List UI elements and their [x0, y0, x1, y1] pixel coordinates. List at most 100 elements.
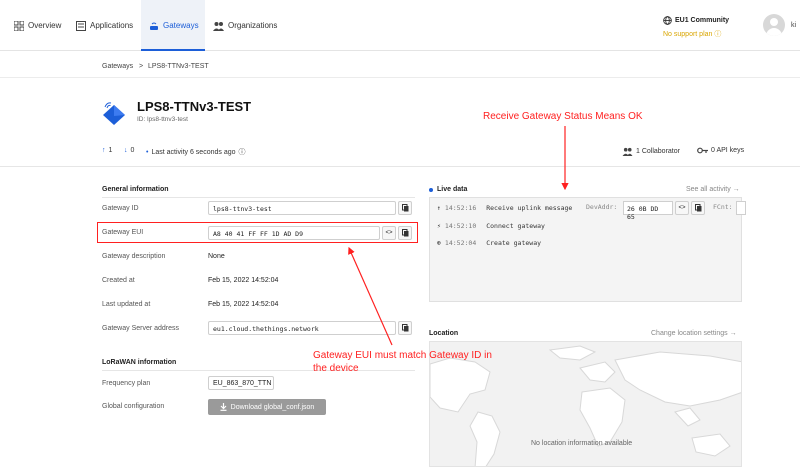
copy-button[interactable] [691, 201, 705, 215]
collaborators-link[interactable]: 1 Collaborator [622, 147, 680, 156]
plus-circle-icon: ⊕ [437, 239, 441, 247]
top-navigation: Overview Applications Gateways Organizat… [0, 0, 800, 51]
event-time: 14:52:16 [444, 204, 477, 212]
copy-button[interactable] [398, 201, 412, 215]
code-icon: <> [678, 205, 686, 211]
nav-gateways[interactable]: Gateways [141, 0, 205, 51]
last-updated-label: Last updated at [102, 301, 151, 308]
live-data-title: Live data [429, 186, 467, 193]
arrow-up-icon: ↑ [437, 204, 441, 212]
divider [0, 166, 800, 167]
event-row[interactable]: ⚡ 14:52:10 Connect gateway [437, 222, 545, 230]
breadcrumb-gateways[interactable]: Gateways [102, 63, 133, 70]
uplink-count-value: 1 [108, 147, 113, 154]
no-location-text: No location information available [531, 440, 633, 447]
event-time: 14:52:04 [444, 239, 477, 247]
eui-highlight-box [97, 222, 418, 243]
nav-applications-label: Applications [90, 21, 134, 30]
gateway-id-subtitle: ID: lps8-ttnv3-test [137, 116, 188, 123]
last-updated-value: Feb 15, 2022 14:52:04 [208, 301, 279, 308]
event-row[interactable]: ⊕ 14:52:04 Create gateway [437, 239, 541, 247]
copy-button[interactable] [398, 321, 412, 335]
lorawan-info-title: LoRaWAN information [102, 359, 177, 366]
divider [102, 370, 415, 371]
user-name[interactable]: ki [791, 22, 796, 29]
key-icon [697, 147, 708, 154]
people-icon [622, 147, 633, 156]
help-icon: ⓘ [238, 149, 246, 156]
nav-overview[interactable]: Overview [14, 0, 61, 51]
event-text: Create gateway [486, 239, 542, 247]
live-dot-icon [429, 187, 433, 192]
nav-organizations[interactable]: Organizations [213, 0, 277, 51]
general-info-title: General information [102, 186, 169, 193]
location-title: Location [429, 330, 459, 337]
arrow-down-icon: ↓ [124, 147, 128, 154]
fcnt-field[interactable] [736, 201, 746, 215]
copy-icon [401, 204, 408, 212]
fcnt-label: FCnt: [713, 203, 733, 211]
gateway-id-field[interactable]: lps8-ttnv3-test [208, 201, 396, 215]
chevron-right-icon: > [139, 63, 144, 70]
event-row[interactable]: ↑ 14:52:16 Receive uplink message [437, 204, 572, 212]
last-activity-text: Last activity 6 seconds ago [151, 148, 236, 156]
live-data-label: Live data [437, 186, 468, 193]
downlink-count: ↓ 0 [124, 147, 134, 154]
event-time: 14:52:10 [444, 222, 477, 230]
downlink-count-value: 0 [130, 147, 135, 154]
support-plan-label: No support plan [663, 31, 713, 38]
support-plan-link[interactable]: No support plan ⓘ [663, 29, 721, 39]
uplink-count: ↑ 1 [102, 147, 112, 154]
divider [102, 197, 415, 198]
toggle-byte-order-button[interactable]: <> [675, 201, 689, 215]
community-selector[interactable]: EU1 Community [663, 16, 729, 25]
created-at-value: Feb 15, 2022 14:52:04 [208, 277, 279, 284]
list-icon [76, 20, 86, 31]
devaddr-label: DevAddr: [586, 203, 618, 211]
download-icon [220, 403, 227, 411]
download-global-conf-button[interactable]: Download global_conf.json [208, 399, 326, 415]
gateway-icon [150, 22, 158, 30]
gateway-id-label: Gateway ID [102, 205, 139, 212]
event-text: Receive uplink message [486, 204, 573, 212]
created-at-label: Created at [102, 277, 135, 284]
api-keys-link[interactable]: 0 API keys [697, 147, 744, 154]
download-label: Download global_conf.json [230, 403, 315, 411]
annotation-eui-line-2: the device [313, 363, 359, 374]
help-icon: ⓘ [714, 31, 722, 38]
devaddr-field[interactable]: 26 0B DD 65 [623, 201, 673, 221]
people-icon [213, 21, 224, 31]
last-activity: • Last activity 6 seconds ago ⓘ [146, 147, 246, 157]
frequency-plan-label: Frequency plan [102, 380, 151, 387]
breadcrumb: Gateways > LPS8-TTNv3-TEST [0, 56, 800, 78]
event-text: Connect gateway [486, 222, 545, 230]
server-address-field[interactable]: eu1.cloud.thethings.network [208, 321, 396, 335]
see-all-activity-link[interactable]: See all activity → [686, 186, 740, 193]
nav-gateways-label: Gateways [163, 21, 199, 30]
collaborators-label: 1 Collaborator [636, 148, 680, 155]
grid-icon [14, 20, 24, 31]
annotation-eui-line-1: Gateway EUI must match Gateway ID in [313, 350, 492, 361]
page-title: LPS8-TTNv3-TEST [137, 99, 252, 114]
breadcrumb-current: LPS8-TTNv3-TEST [148, 63, 209, 70]
status-dot-icon: • [146, 148, 149, 156]
community-label: EU1 Community [675, 17, 730, 24]
avatar[interactable] [763, 14, 785, 36]
global-config-label: Global configuration [102, 403, 165, 410]
plug-icon: ⚡ [437, 222, 441, 230]
change-location-link[interactable]: Change location settings → [651, 330, 737, 337]
server-address-label: Gateway Server address [102, 325, 180, 332]
nav-overview-label: Overview [28, 21, 62, 30]
nav-organizations-label: Organizations [228, 21, 278, 30]
copy-icon [694, 204, 701, 212]
annotation-status: Receive Gateway Status Means OK [483, 111, 643, 122]
nav-applications[interactable]: Applications [76, 0, 133, 51]
globe-icon [663, 16, 672, 25]
copy-icon [401, 324, 408, 332]
arrow-up-icon: ↑ [102, 147, 106, 154]
gateway-description-label: Gateway description [102, 253, 166, 260]
frequency-plan-field[interactable]: EU_863_870_TTN [208, 376, 274, 390]
api-keys-label: 0 API keys [711, 147, 745, 154]
gateway-description-value: None [208, 253, 225, 260]
gateway-logo-icon [103, 102, 125, 125]
